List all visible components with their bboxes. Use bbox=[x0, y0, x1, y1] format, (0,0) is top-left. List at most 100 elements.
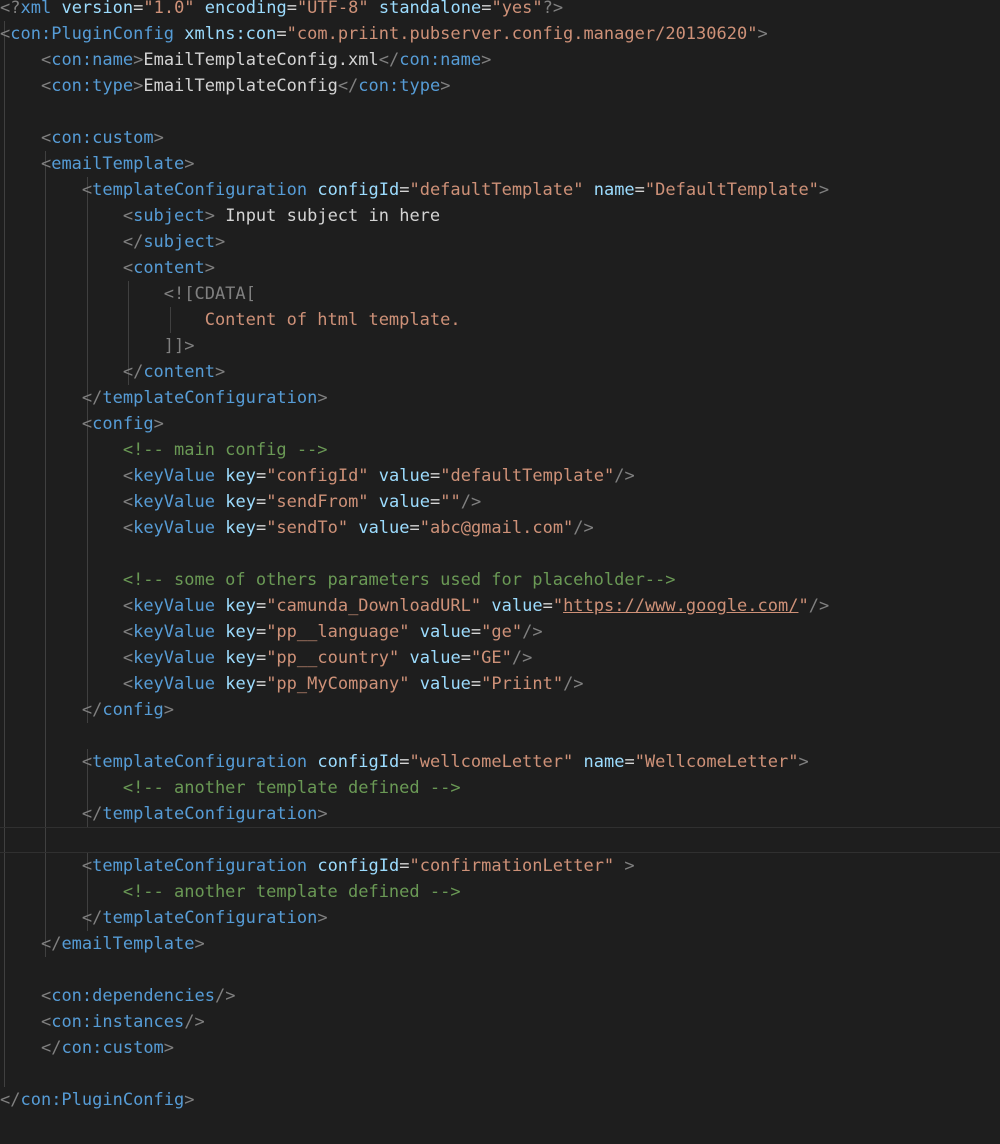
code-token: </ bbox=[81, 908, 103, 928]
code-token: > bbox=[624, 856, 635, 876]
code-line[interactable]: <keyValue key="pp__country" value="GE"/> bbox=[0, 645, 1000, 671]
code-token: value bbox=[378, 466, 430, 486]
code-line[interactable]: </emailTemplate> bbox=[0, 931, 1000, 957]
code-token: < bbox=[122, 258, 134, 278]
code-line[interactable]: <con:type>EmailTemplateConfig</con:type> bbox=[0, 73, 1000, 99]
code-line[interactable]: <content> bbox=[0, 255, 1000, 281]
code-token: emailTemplate bbox=[61, 934, 195, 954]
code-token: </ bbox=[81, 700, 103, 720]
code-token: value bbox=[378, 492, 430, 512]
code-token: keyValue bbox=[133, 492, 215, 512]
code-line[interactable]: <keyValue key="sendTo" value="abc@gmail.… bbox=[0, 515, 1000, 541]
code-token: <!-- some of others parameters used for … bbox=[122, 570, 676, 590]
code-line[interactable]: <con:dependencies/> bbox=[0, 983, 1000, 1009]
code-line[interactable]: <emailTemplate> bbox=[0, 151, 1000, 177]
code-line[interactable]: <!-- main config --> bbox=[0, 437, 1000, 463]
code-line[interactable]: </con:PluginConfig> bbox=[0, 1087, 1000, 1113]
code-line[interactable]: <keyValue key="pp__language" value="ge"/… bbox=[0, 619, 1000, 645]
code-token: templateConfiguration bbox=[92, 180, 308, 200]
code-token: keyValue bbox=[133, 466, 215, 486]
code-token: < bbox=[122, 622, 134, 642]
code-line[interactable]: <templateConfiguration configId="confirm… bbox=[0, 853, 1000, 879]
code-token: < bbox=[40, 128, 52, 148]
code-token: keyValue bbox=[133, 518, 215, 538]
code-token: keyValue bbox=[133, 648, 215, 668]
code-line[interactable]: </templateConfiguration> bbox=[0, 905, 1000, 931]
code-token: > bbox=[317, 908, 328, 928]
code-token: > bbox=[818, 180, 830, 200]
code-editor[interactable]: <?xml version="1.0" encoding="UTF-8" sta… bbox=[0, 0, 1000, 1144]
code-line[interactable]: </templateConfiguration> bbox=[0, 385, 1000, 411]
code-line[interactable]: </config> bbox=[0, 697, 1000, 723]
code-token: > bbox=[204, 258, 215, 278]
code-token: < bbox=[122, 492, 134, 512]
code-line[interactable] bbox=[0, 541, 1000, 567]
code-line[interactable]: <templateConfiguration configId="wellcom… bbox=[0, 749, 1000, 775]
code-line[interactable]: <con:name>EmailTemplateConfig.xml</con:n… bbox=[0, 47, 1000, 73]
code-token: emailTemplate bbox=[51, 154, 185, 174]
code-token: name bbox=[593, 180, 635, 200]
code-line[interactable] bbox=[0, 957, 1000, 983]
code-line[interactable] bbox=[0, 723, 1000, 749]
code-line[interactable] bbox=[0, 1061, 1000, 1087]
code-token: = bbox=[399, 856, 410, 876]
code-line[interactable]: <keyValue key="camunda_DownloadURL" valu… bbox=[0, 593, 1000, 619]
code-token: "" bbox=[440, 492, 461, 512]
code-token: /> bbox=[573, 518, 594, 538]
code-line[interactable]: Content of html template. bbox=[0, 307, 1000, 333]
code-line[interactable]: <subject> Input subject in here bbox=[0, 203, 1000, 229]
code-line[interactable] bbox=[0, 827, 1000, 853]
code-token: config bbox=[102, 700, 164, 720]
code-line[interactable]: <templateConfiguration configId="default… bbox=[0, 177, 1000, 203]
code-line[interactable]: <!-- another template defined --> bbox=[0, 879, 1000, 905]
code-line[interactable]: <![CDATA[ bbox=[0, 281, 1000, 307]
code-token: = bbox=[255, 648, 267, 668]
code-token: key bbox=[225, 674, 256, 694]
code-token: standalone bbox=[378, 0, 482, 18]
code-token: = bbox=[399, 180, 410, 200]
code-token: > bbox=[317, 388, 328, 408]
code-line[interactable]: </templateConfiguration> bbox=[0, 801, 1000, 827]
code-line[interactable]: ]]> bbox=[0, 333, 1000, 359]
code-line[interactable]: <keyValue key="configId" value="defaultT… bbox=[0, 463, 1000, 489]
code-line[interactable]: <!-- another template defined --> bbox=[0, 775, 1000, 801]
code-line[interactable]: <con:custom> bbox=[0, 125, 1000, 151]
code-line[interactable]: </subject> bbox=[0, 229, 1000, 255]
code-line[interactable]: </content> bbox=[0, 359, 1000, 385]
code-line[interactable]: <con:instances/> bbox=[0, 1009, 1000, 1035]
code-line[interactable]: <con:PluginConfig xmlns:con="com.priint.… bbox=[0, 21, 1000, 47]
code-line[interactable]: <keyValue key="sendFrom" value=""/> bbox=[0, 489, 1000, 515]
code-line[interactable]: <keyValue key="pp_MyCompany" value="Prii… bbox=[0, 671, 1000, 697]
code-line[interactable] bbox=[0, 99, 1000, 125]
code-token: /> bbox=[522, 622, 543, 642]
code-line[interactable]: <!-- some of others parameters used for … bbox=[0, 567, 1000, 593]
code-line[interactable]: <config> bbox=[0, 411, 1000, 437]
code-token: templateConfiguration bbox=[92, 856, 308, 876]
code-token: "pp_MyCompany" bbox=[266, 674, 410, 694]
code-line[interactable]: <?xml version="1.0" encoding="UTF-8" sta… bbox=[0, 0, 1000, 21]
code-token: key bbox=[225, 596, 256, 616]
code-line[interactable]: </con:custom> bbox=[0, 1035, 1000, 1061]
code-token: = bbox=[634, 180, 645, 200]
code-token: con:type bbox=[358, 76, 441, 96]
code-token: > bbox=[317, 804, 328, 824]
code-token: keyValue bbox=[133, 622, 215, 642]
